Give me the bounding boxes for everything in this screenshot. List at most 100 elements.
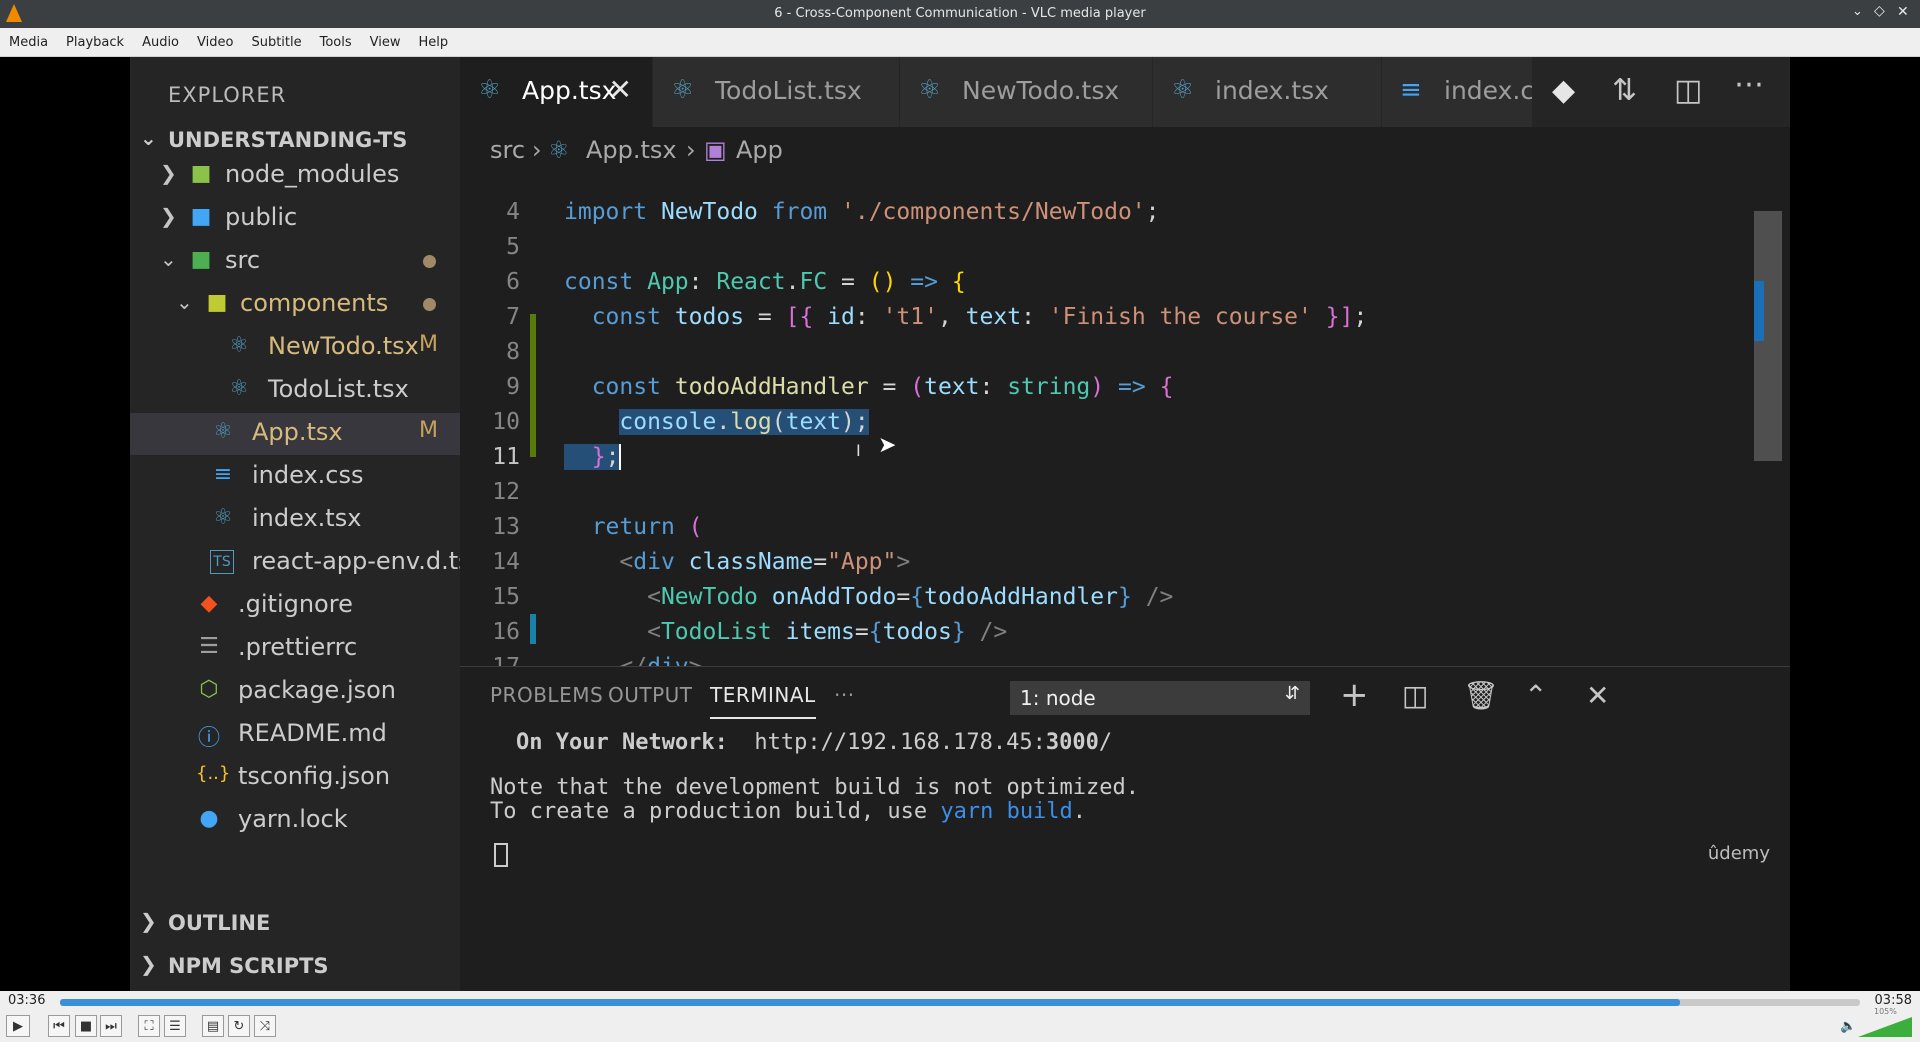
prettier-icon: ☰ bbox=[199, 634, 219, 659]
tree-item-index-tsx[interactable]: ⚛ index.tsx bbox=[130, 499, 460, 541]
tree-item-yarn-lock[interactable]: ● yarn.lock bbox=[130, 800, 460, 842]
tab-output[interactable]: OUTPUT bbox=[608, 683, 693, 707]
line-number: 12 bbox=[492, 479, 520, 505]
explorer-sidebar: EXPLORER ⌄ UNDERSTANDING-TS ❯ ■ node_mod… bbox=[130, 57, 471, 991]
time-elapsed: 03:36 bbox=[8, 993, 46, 1008]
chevron-down-icon: ⌄ bbox=[176, 290, 193, 314]
tree-item-label: README.md bbox=[238, 719, 387, 747]
tree-item-node-modules[interactable]: ❯ ■ node_modules bbox=[130, 155, 460, 197]
maximize-icon[interactable]: ◇ bbox=[1874, 3, 1885, 19]
breadcrumb-symbol[interactable]: App bbox=[736, 136, 783, 164]
tree-item-public[interactable]: ❯ ■ public bbox=[130, 198, 460, 240]
breadcrumb-file[interactable]: App.tsx bbox=[586, 136, 677, 164]
chevron-right-icon: ❯ bbox=[140, 909, 157, 933]
tab-todolist[interactable]: ⚛ TodoList.tsx bbox=[653, 57, 900, 127]
play-button[interactable]: ▶ bbox=[6, 1015, 30, 1037]
menu-playback[interactable]: Playback bbox=[57, 28, 133, 56]
tree-item-prettierrc[interactable]: ☰ .prettierrc bbox=[130, 628, 460, 670]
modified-dot bbox=[423, 255, 436, 268]
section-npm-scripts[interactable]: ❯ NPM SCRIPTS bbox=[130, 946, 460, 988]
fullscreen-button[interactable]: ⛶ bbox=[138, 1015, 160, 1037]
section-outline[interactable]: ❯ OUTLINE bbox=[130, 903, 460, 945]
trash-icon[interactable]: 🗑 bbox=[1463, 679, 1499, 712]
playlist-button[interactable]: ▤ bbox=[202, 1015, 224, 1037]
close-icon[interactable]: ✕ bbox=[1897, 4, 1909, 20]
terminal-select[interactable]: 1: node ⇵ bbox=[1010, 681, 1310, 715]
line-number: 5 bbox=[506, 234, 520, 260]
code-line-14: <div className="App"> bbox=[619, 549, 911, 575]
tab-problems[interactable]: PROBLEMS bbox=[490, 683, 603, 707]
minimize-icon[interactable]: ⌄ bbox=[1852, 4, 1863, 19]
menu-media[interactable]: Media bbox=[0, 28, 57, 56]
line-number: 4 bbox=[506, 199, 520, 225]
tree-item-tsconfig[interactable]: {..} tsconfig.json bbox=[130, 757, 460, 799]
tab-index-tsx[interactable]: ⚛ index.tsx bbox=[1153, 57, 1382, 127]
tree-item-label: package.json bbox=[238, 676, 397, 704]
player-controls: 03:36 03:58 ▶ ⏮ ■ ⏭ ⛶ ☰ ▤ ↻ ⤨ 🔈 105% bbox=[0, 991, 1920, 1042]
code-line-9: const todoAddHandler = (text: string) =>… bbox=[591, 374, 1174, 400]
line-number: 15 bbox=[492, 584, 520, 610]
seek-bar[interactable] bbox=[60, 999, 1860, 1006]
speaker-icon[interactable]: 🔈 bbox=[1840, 1019, 1856, 1034]
extended-settings-button[interactable]: ☰ bbox=[164, 1015, 186, 1037]
window-title: 6 - Cross-Component Communication - VLC … bbox=[774, 6, 1146, 21]
tree-item-index-css[interactable]: ≡ index.css bbox=[130, 456, 460, 498]
previous-button[interactable]: ⏮ bbox=[48, 1015, 70, 1037]
next-button[interactable]: ⏭ bbox=[100, 1015, 122, 1037]
split-editor-icon[interactable]: ◫ bbox=[1674, 73, 1702, 108]
chevron-up-icon[interactable]: ⌃ bbox=[1524, 679, 1547, 712]
menu-audio[interactable]: Audio bbox=[133, 28, 188, 56]
menu-tools[interactable]: Tools bbox=[311, 28, 361, 56]
volume-control[interactable]: 🔈 105% bbox=[1840, 1007, 1912, 1037]
volume-slider[interactable] bbox=[1858, 1017, 1912, 1037]
breadcrumb-src[interactable]: src bbox=[490, 136, 525, 164]
git-compare-icon[interactable]: ◆ bbox=[1552, 73, 1575, 108]
tab-app-tsx[interactable]: ⚛ App.tsx ✕ bbox=[460, 57, 653, 127]
tree-item-gitignore[interactable]: ◆ .gitignore bbox=[130, 585, 460, 627]
tab-index-css[interactable]: ≡ index.cs bbox=[1382, 57, 1533, 127]
tree-item-src[interactable]: ⌄ ■ src bbox=[130, 241, 460, 283]
menu-video[interactable]: Video bbox=[188, 28, 242, 56]
new-terminal-icon[interactable]: + bbox=[1340, 675, 1369, 715]
tree-item-label: yarn.lock bbox=[238, 805, 348, 833]
close-tab-icon[interactable]: ✕ bbox=[609, 73, 632, 106]
terminal-panel: PROBLEMS OUTPUT TERMINAL ··· 1: node ⇵ +… bbox=[460, 666, 1790, 991]
tree-item-label: index.css bbox=[252, 461, 364, 489]
terminal-network-line: On Your Network: http://192.168.178.45:3… bbox=[516, 730, 1112, 755]
tree-item-readme[interactable]: ⓘ README.md bbox=[130, 714, 460, 756]
section-label: NPM SCRIPTS bbox=[168, 954, 329, 978]
split-terminal-icon[interactable]: ◫ bbox=[1402, 679, 1428, 712]
yarn-icon: ● bbox=[199, 806, 219, 831]
folder-icon: ■ bbox=[206, 290, 228, 315]
more-panel-tabs-icon[interactable]: ··· bbox=[834, 683, 855, 707]
tab-terminal[interactable]: TERMINAL bbox=[710, 683, 816, 719]
menu-subtitle[interactable]: Subtitle bbox=[242, 28, 310, 56]
react-icon: ⚛ bbox=[478, 75, 502, 105]
tab-label: NewTodo.tsx bbox=[962, 76, 1120, 105]
chevron-down-icon: ⌄ bbox=[140, 126, 157, 150]
network-url-suffix: / bbox=[1098, 730, 1113, 755]
loop-button[interactable]: ↻ bbox=[228, 1015, 250, 1037]
seek-progress bbox=[60, 999, 1680, 1006]
terminal-prod-line: To create a production build, use yarn b… bbox=[490, 799, 1086, 824]
menu-help[interactable]: Help bbox=[410, 28, 458, 56]
tab-newtodo[interactable]: ⚛ NewTodo.tsx bbox=[900, 57, 1153, 127]
menu-view[interactable]: View bbox=[361, 28, 410, 56]
tree-item-package-json[interactable]: ⬡ package.json bbox=[130, 671, 460, 713]
open-changes-icon[interactable]: ⇅ bbox=[1612, 73, 1637, 108]
code-editor[interactable]: 4 5 6 7 8 9 10 11 12 13 14 15 16 17 18 1… bbox=[460, 171, 1790, 666]
video-frame-vscode: EXPLORER ⌄ UNDERSTANDING-TS ❯ ■ node_mod… bbox=[130, 57, 1790, 991]
stop-button[interactable]: ■ bbox=[75, 1015, 97, 1037]
line-number: 16 bbox=[492, 619, 520, 645]
more-actions-icon[interactable]: ⋯ bbox=[1734, 67, 1764, 102]
react-icon: ⚛ bbox=[1171, 75, 1195, 105]
tree-item-todolist[interactable]: ⚛ TodoList.tsx bbox=[130, 370, 460, 412]
shuffle-button[interactable]: ⤨ bbox=[254, 1015, 276, 1037]
tree-item-app[interactable]: ⚛ App.tsx M bbox=[130, 413, 460, 455]
tree-item-react-app-env[interactable]: TS react-app-env.d.ts bbox=[130, 542, 471, 584]
close-panel-icon[interactable]: ✕ bbox=[1586, 679, 1609, 712]
editor-scrollbar[interactable] bbox=[1750, 171, 1790, 666]
modified-badge: M bbox=[419, 332, 438, 357]
tree-item-components[interactable]: ⌄ ■ components bbox=[130, 284, 460, 326]
tree-item-newtodo[interactable]: ⚛ NewTodo.tsx M bbox=[130, 327, 460, 369]
